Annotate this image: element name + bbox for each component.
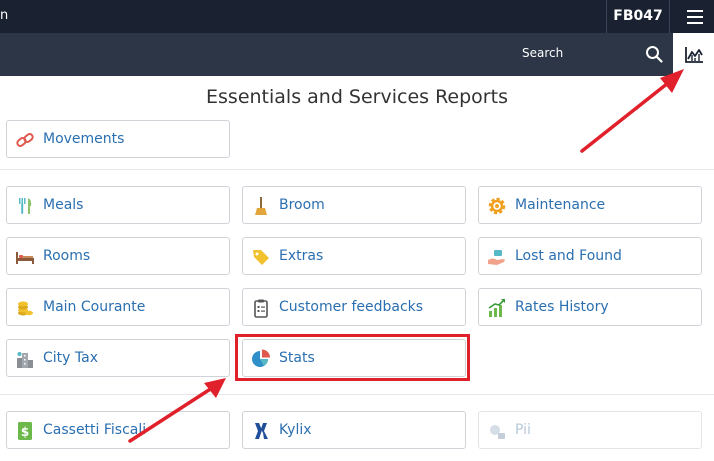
hamburger-icon: [687, 10, 703, 12]
broom-label: Broom: [279, 197, 325, 213]
page-title: Essentials and Services Reports: [206, 86, 508, 108]
city-icon: [17, 352, 33, 368]
maintenance-report-button[interactable]: Maintenance: [478, 186, 702, 224]
brand-fragment: n: [0, 8, 9, 23]
svg-text:$: $: [21, 425, 29, 439]
pii-report-button[interactable]: Pii: [478, 411, 702, 449]
link-chain-icon: [16, 133, 34, 147]
lost-and-found-label: Lost and Found: [515, 248, 622, 264]
property-code-button[interactable]: FB047: [606, 0, 670, 33]
gear-icon: [488, 197, 506, 215]
maintenance-label: Maintenance: [515, 197, 606, 213]
pii-label: Pii: [515, 422, 531, 438]
customer-feedbacks-label: Customer feedbacks: [279, 299, 424, 315]
cassetti-fiscali-label: Cassetti Fiscali: [43, 422, 147, 438]
broom-icon: [255, 197, 267, 215]
pii-icon: [490, 425, 505, 439]
section-divider: [0, 169, 714, 170]
kylix-label: Kylix: [279, 422, 312, 438]
city-tax-report-button[interactable]: City Tax: [6, 339, 230, 377]
dollar-document-icon: $: [18, 422, 32, 440]
hand-box-icon: [488, 250, 505, 265]
rooms-report-button[interactable]: Rooms: [6, 237, 230, 275]
arrow-to-stats-tab: [580, 69, 684, 153]
search-label[interactable]: Search: [522, 46, 563, 60]
search-icon[interactable]: [645, 45, 663, 63]
customer-feedbacks-report-button[interactable]: Customer feedbacks: [242, 288, 466, 326]
rates-history-label: Rates History: [515, 299, 609, 315]
main-courante-label: Main Courante: [43, 299, 146, 315]
menu-button[interactable]: [676, 0, 714, 33]
main-courante-report-button[interactable]: Main Courante: [6, 288, 230, 326]
section-divider: [0, 394, 714, 395]
stats-tab[interactable]: [673, 33, 714, 76]
lost-and-found-report-button[interactable]: Lost and Found: [478, 237, 702, 275]
extras-label: Extras: [279, 248, 324, 264]
bar-chart-icon: [685, 47, 703, 63]
growth-chart-icon: [488, 299, 505, 317]
coins-icon: [18, 301, 33, 316]
search-bar: Search: [0, 33, 714, 76]
kylix-report-button[interactable]: Kylix: [242, 411, 466, 449]
kylix-logo-icon: [255, 423, 268, 439]
cutlery-icon: [19, 198, 32, 214]
movements-label: Movements: [43, 131, 125, 147]
clipboard-icon: [254, 299, 268, 318]
city-tax-label: City Tax: [43, 350, 98, 366]
extras-report-button[interactable]: Extras: [242, 237, 466, 275]
bed-icon: [16, 252, 34, 264]
tag-icon: [253, 250, 269, 265]
stats-highlight-box: [235, 334, 470, 381]
meals-report-button[interactable]: Meals: [6, 186, 230, 224]
meals-label: Meals: [43, 197, 84, 213]
broom-report-button[interactable]: Broom: [242, 186, 466, 224]
rooms-label: Rooms: [43, 248, 91, 264]
movements-report-button[interactable]: Movements: [6, 120, 230, 158]
rates-history-report-button[interactable]: Rates History: [478, 288, 702, 326]
cassetti-fiscali-report-button[interactable]: $ Cassetti Fiscali: [6, 411, 230, 449]
top-bar: n FB047: [0, 0, 714, 33]
